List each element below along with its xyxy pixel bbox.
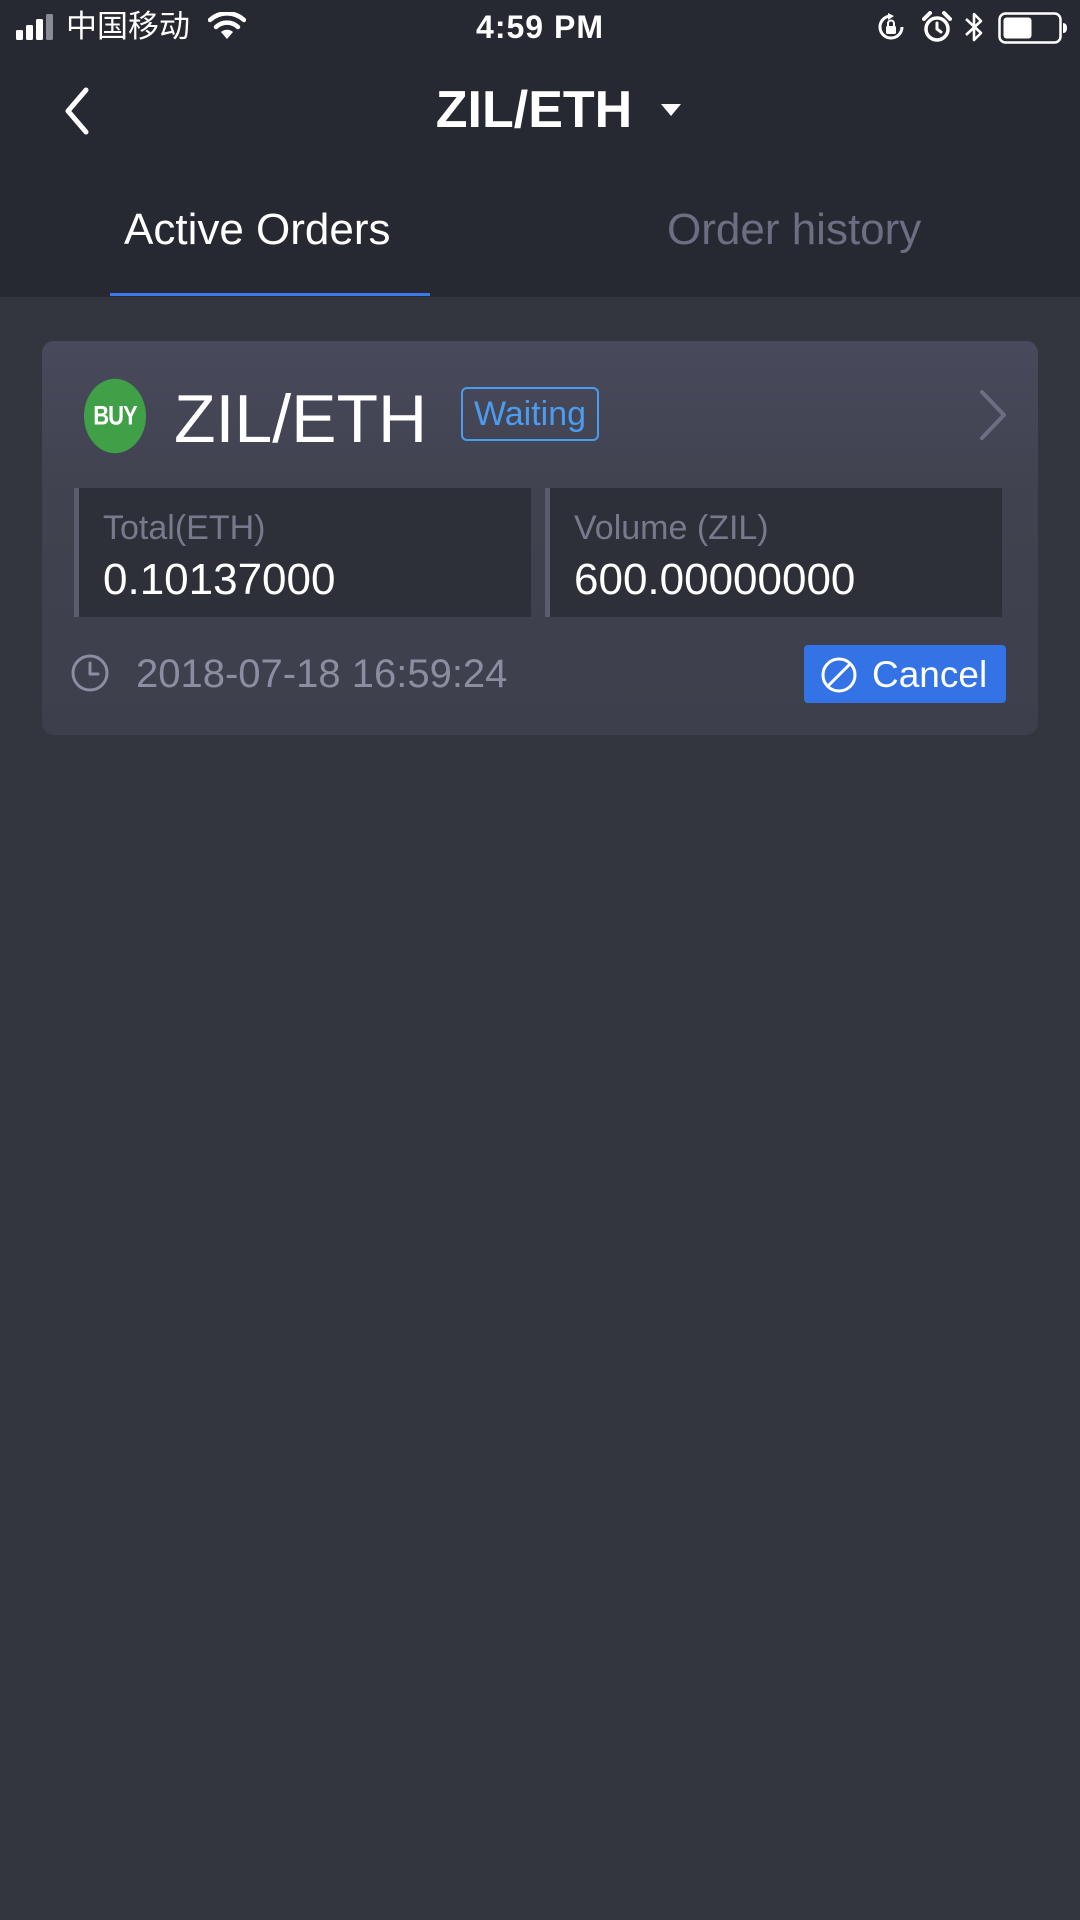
chevron-right-icon[interactable]: [978, 389, 1008, 441]
caret-down-icon: [661, 104, 682, 116]
volume-label: Volume (ZIL): [574, 509, 769, 547]
nav-bar: ZIL/ETH: [0, 60, 1080, 160]
rotation-lock-icon: [878, 13, 904, 40]
volume-value: 600.00000000: [574, 555, 856, 604]
total-box: Total(ETH) 0.10137000: [74, 488, 531, 617]
cancel-label: Cancel: [872, 654, 988, 695]
order-tabs: Active Orders Order history: [0, 190, 1080, 297]
total-label: Total(ETH): [103, 509, 266, 547]
status-bar: 中国移动 4:59 PM: [0, 0, 1080, 54]
cancel-button[interactable]: Cancel: [804, 645, 1006, 703]
total-value: 0.10137000: [103, 555, 336, 604]
clock-icon: [71, 654, 109, 692]
page-title: ZIL/ETH: [435, 81, 633, 139]
tab-active-orders[interactable]: Active Orders: [124, 200, 391, 260]
pair-selector: ZIL/ETH: [0, 78, 1080, 142]
status-time: 4:59 PM: [476, 9, 604, 45]
header: 中国移动 4:59 PM ZIL/ETH Active Orders Order…: [0, 0, 1080, 297]
tab-order-history[interactable]: Order history: [667, 200, 921, 260]
order-timestamp: 2018-07-18 16:59:24: [136, 652, 508, 696]
bluetooth-icon: [965, 12, 983, 42]
cancel-icon: [821, 657, 857, 693]
volume-box: Volume (ZIL) 600.00000000: [545, 488, 1002, 617]
buy-badge: BUY: [84, 378, 146, 454]
order-pair: ZIL/ETH: [174, 381, 428, 457]
battery-icon: [998, 12, 1067, 44]
alarm-icon: [922, 11, 952, 42]
active-tab-indicator: [110, 293, 430, 296]
page: 中国移动 4:59 PM ZIL/ETH Active Orders Order…: [0, 0, 1080, 1920]
status-badge: Waiting: [461, 387, 599, 441]
pair-selector-button[interactable]: ZIL/ETH: [436, 78, 682, 142]
order-card[interactable]: BUY ZIL/ETH Waiting Total(ETH) 0.1013700…: [42, 341, 1038, 735]
